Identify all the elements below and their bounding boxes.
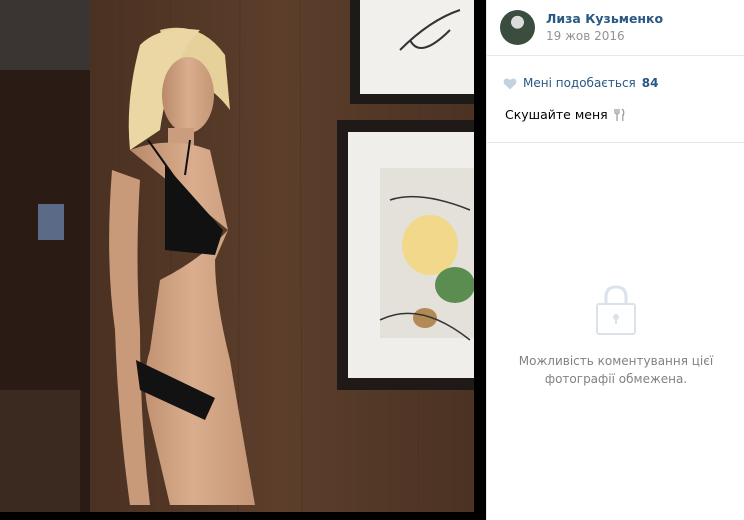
comments-restricted-notice: Можливість коментування цієї фотографії … xyxy=(487,284,744,388)
lock-icon xyxy=(596,285,636,335)
photo[interactable] xyxy=(0,0,474,512)
caption-text: Скушайте меня xyxy=(505,107,608,122)
restricted-message: Можливість коментування цієї фотографії … xyxy=(518,354,714,386)
fork-and-knife-icon xyxy=(614,108,625,121)
like-label: Мені подобається xyxy=(523,76,636,90)
post-header: Лиза Кузьменко 19 жов 2016 xyxy=(487,0,744,56)
side-panel: Лиза Кузьменко 19 жов 2016 Мені подобаєт… xyxy=(486,0,744,520)
post-date[interactable]: 19 жов 2016 xyxy=(546,28,663,44)
author-name-link[interactable]: Лиза Кузьменко xyxy=(546,11,663,27)
like-button[interactable]: Мені подобається 84 xyxy=(487,56,744,92)
like-count[interactable]: 84 xyxy=(642,76,659,90)
heart-icon xyxy=(503,78,517,89)
author-avatar[interactable] xyxy=(500,10,535,45)
author-block: Лиза Кузьменко 19 жов 2016 xyxy=(546,11,663,44)
photo-illustration xyxy=(0,0,474,512)
photo-viewer: Лиза Кузьменко 19 жов 2016 Мені подобаєт… xyxy=(0,0,744,520)
photo-caption: Скушайте меня xyxy=(487,92,744,122)
divider xyxy=(487,142,744,143)
photo-area[interactable] xyxy=(0,0,486,520)
